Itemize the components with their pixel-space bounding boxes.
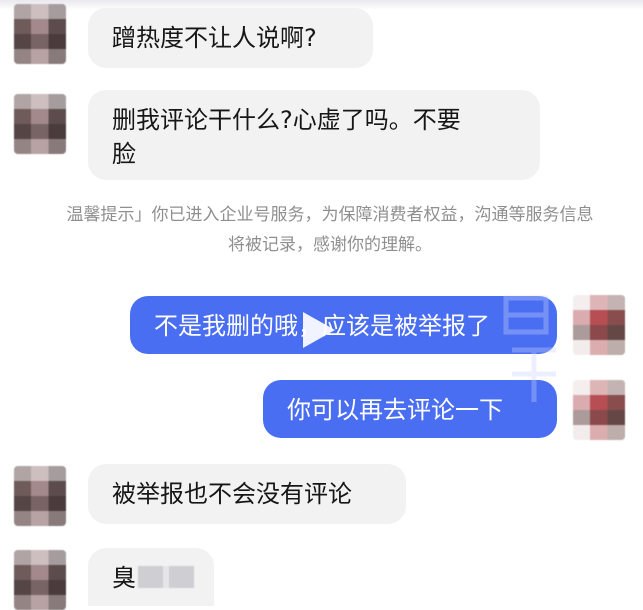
contact-avatar[interactable] (14, 466, 66, 526)
user-avatar[interactable] (573, 380, 625, 440)
contact-avatar[interactable] (14, 4, 66, 64)
contact-avatar[interactable] (14, 94, 66, 154)
play-icon[interactable] (285, 300, 345, 360)
chat-screen: 蹭热度不让人说啊? 删我评论干什么?心虚了吗。不要 脸 温馨提示」你已进入企业号… (0, 0, 643, 610)
masked-text (138, 566, 194, 588)
message-bubble-incoming[interactable]: 蹭热度不让人说啊? (88, 8, 373, 68)
system-notice: 温馨提示」你已进入企业号服务，为保障消费者权益，沟通等服务信息将被记录，感谢你的… (66, 205, 594, 255)
message-bubble-incoming[interactable]: 删我评论干什么?心虚了吗。不要 脸 (88, 90, 540, 180)
message-bubble-incoming[interactable]: 被举报也不会没有评论 (88, 464, 406, 524)
watermark-logo (503, 295, 556, 402)
contact-avatar[interactable] (14, 550, 66, 610)
user-avatar[interactable] (573, 295, 625, 355)
